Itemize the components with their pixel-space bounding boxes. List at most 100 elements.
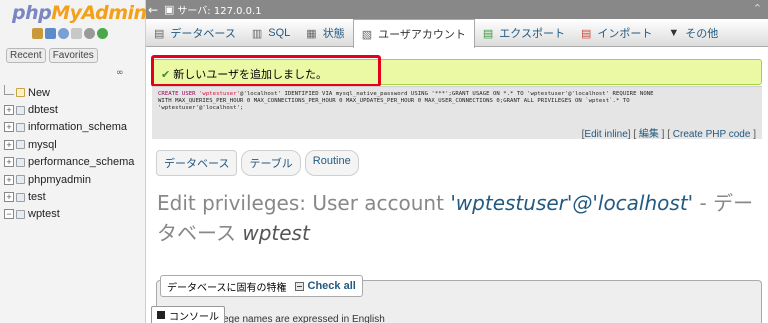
edit-link[interactable]: 編集 <box>639 129 659 140</box>
tab-label: データベース <box>170 28 236 40</box>
sql-keyword: CREATE USER <box>158 91 200 97</box>
legend-label: データベースに固有の特権 <box>167 282 287 294</box>
console-icon <box>157 311 165 319</box>
home-icon[interactable] <box>32 28 43 39</box>
new-database-icon <box>16 88 25 98</box>
tree-item-label: wptest <box>28 208 60 221</box>
favorites-tab[interactable]: Favorites <box>48 48 98 63</box>
tree-item-label: test <box>28 191 46 204</box>
nav-recent-favorites: Recent Favorites <box>6 48 98 63</box>
arrow-left-icon[interactable]: ← <box>146 3 160 17</box>
privileges-note: rivilege names are expressed in English <box>208 314 385 323</box>
sql-line-1: CREATE USER 'wptestuser'@'localhost' IDE… <box>158 91 754 98</box>
database-icon <box>16 175 25 185</box>
console-label: コンソール <box>169 311 219 323</box>
tab-label: ユーザアカウント <box>378 29 466 41</box>
subtab-table[interactable]: テーブル <box>241 150 301 176</box>
tab-export[interactable]: ▤ エクスポート <box>475 19 573 47</box>
top-menu: ▤ データベース ▥ SQL ▦ 状態 ▧ ユーザアカウント ▤ エクスポート … <box>146 19 768 48</box>
docs-icon[interactable] <box>71 28 82 39</box>
privilege-subtabs: データベース テーブル Routine <box>156 150 359 176</box>
expand-icon[interactable]: + <box>4 157 14 168</box>
database-icon: ▤ <box>154 27 165 40</box>
sql-line-2: WITH MAX_QUERIES_PER_HOUR 0 MAX_CONNECTI… <box>158 98 630 104</box>
server-breadcrumb-bar: ← ▣ サーバ: 127.0.0.1 ⌃ <box>146 0 768 19</box>
export-icon: ▤ <box>482 27 494 40</box>
tree-item-wptest[interactable]: − wptest <box>0 206 146 223</box>
tab-more[interactable]: ▼ その他 <box>660 19 726 47</box>
reload-icon[interactable] <box>97 28 108 39</box>
database-icon <box>16 122 25 132</box>
tree-item-mysql[interactable]: + mysql <box>0 136 146 153</box>
tree-connector <box>4 85 14 96</box>
tab-label: インポート <box>597 28 653 40</box>
tab-label: 状態 <box>322 28 345 40</box>
collapse-header-icon[interactable]: ⌃ <box>753 2 762 15</box>
tree-item-label: performance_schema <box>28 156 135 169</box>
tab-label: その他 <box>685 28 719 40</box>
database-icon <box>16 105 25 115</box>
logout-icon[interactable] <box>45 28 56 39</box>
server-icon: ▣ <box>164 3 175 16</box>
database-icon <box>16 140 25 150</box>
tab-user-accounts[interactable]: ▧ ユーザアカウント <box>352 19 475 48</box>
logo-part-myadmin: MyAdmin <box>51 2 147 24</box>
status-icon: ▦ <box>306 27 317 40</box>
sql-links: [Edit inline] [ 編集 ] [ Create PHP code ] <box>581 129 756 140</box>
check-all-toggle[interactable]: Check all <box>294 280 356 292</box>
tree-item-test[interactable]: + test <box>0 188 146 205</box>
create-php-code-link[interactable]: Create PHP code <box>673 129 751 140</box>
phpmyadmin-logo[interactable]: phpMyAdmin <box>12 2 147 24</box>
server-label[interactable]: サーバ: 127.0.0.1 <box>177 2 261 17</box>
help-icon[interactable] <box>58 28 69 39</box>
checkbox-icon[interactable] <box>294 281 304 291</box>
link-collapse-icon[interactable]: ∞ <box>116 68 124 78</box>
database-tree: New + dbtest + information_schema + mysq… <box>0 84 146 223</box>
settings-gear-icon[interactable] <box>84 28 95 39</box>
expand-icon[interactable]: + <box>4 122 14 133</box>
expand-icon[interactable]: + <box>4 174 14 185</box>
database-icon <box>16 157 25 167</box>
tree-item-phpmyadmin[interactable]: + phpmyadmin <box>0 171 146 188</box>
expand-icon[interactable]: + <box>4 192 14 203</box>
sql-line-3: 'wptestuser'@'localhost'; <box>158 105 244 111</box>
tab-import[interactable]: ▤ インポート <box>573 19 660 47</box>
sql-text: @'localhost' IDENTIFIED VIA mysql_native… <box>240 91 654 97</box>
subtab-database[interactable]: データベース <box>156 150 238 176</box>
expand-icon[interactable]: + <box>4 139 14 150</box>
tree-item-label: dbtest <box>28 104 58 117</box>
tree-item-label: New <box>28 86 51 99</box>
users-icon: ▧ <box>361 28 373 41</box>
highlight-box <box>151 55 381 87</box>
database-icon <box>16 209 25 219</box>
recent-tab[interactable]: Recent <box>6 48 46 63</box>
logo-part-php: php <box>12 2 52 24</box>
tree-item-dbtest[interactable]: + dbtest <box>0 101 146 118</box>
edit-inline-link[interactable]: Edit inline <box>584 129 627 140</box>
sql-code: CREATE USER 'wptestuser'@'localhost' IDE… <box>158 91 754 112</box>
import-icon: ▤ <box>580 27 592 40</box>
collapse-icon[interactable]: − <box>4 209 14 220</box>
tab-label: SQL <box>268 27 291 39</box>
subtab-routine[interactable]: Routine <box>304 150 359 176</box>
tab-databases[interactable]: ▤ データベース <box>146 19 244 47</box>
tab-status[interactable]: ▦ 状態 <box>298 19 352 47</box>
title-prefix: Edit privileges: User account <box>157 191 451 215</box>
sql-query-box: CREATE USER 'wptestuser'@'localhost' IDE… <box>152 86 762 140</box>
page-title: Edit privileges: User account 'wptestuse… <box>157 188 761 248</box>
tree-item-information-schema[interactable]: + information_schema <box>0 119 146 136</box>
tab-sql[interactable]: ▥ SQL <box>244 19 298 47</box>
tree-item-new[interactable]: New <box>0 84 146 101</box>
tree-item-label: phpmyadmin <box>28 173 91 186</box>
privileges-legend: データベースに固有の特権 Check all <box>160 275 363 297</box>
tree-item-label: mysql <box>28 138 57 151</box>
tab-label: エクスポート <box>499 28 565 40</box>
chevron-down-icon: ▼ <box>668 27 680 39</box>
title-account: 'wptestuser'@'localhost' <box>450 191 694 215</box>
title-database: wptest <box>242 221 310 245</box>
tree-item-performance-schema[interactable]: + performance_schema <box>0 154 146 171</box>
sql-icon: ▥ <box>251 27 263 40</box>
expand-icon[interactable]: + <box>4 105 14 116</box>
database-icon <box>16 192 25 202</box>
console-toggle[interactable]: コンソール <box>151 306 225 323</box>
